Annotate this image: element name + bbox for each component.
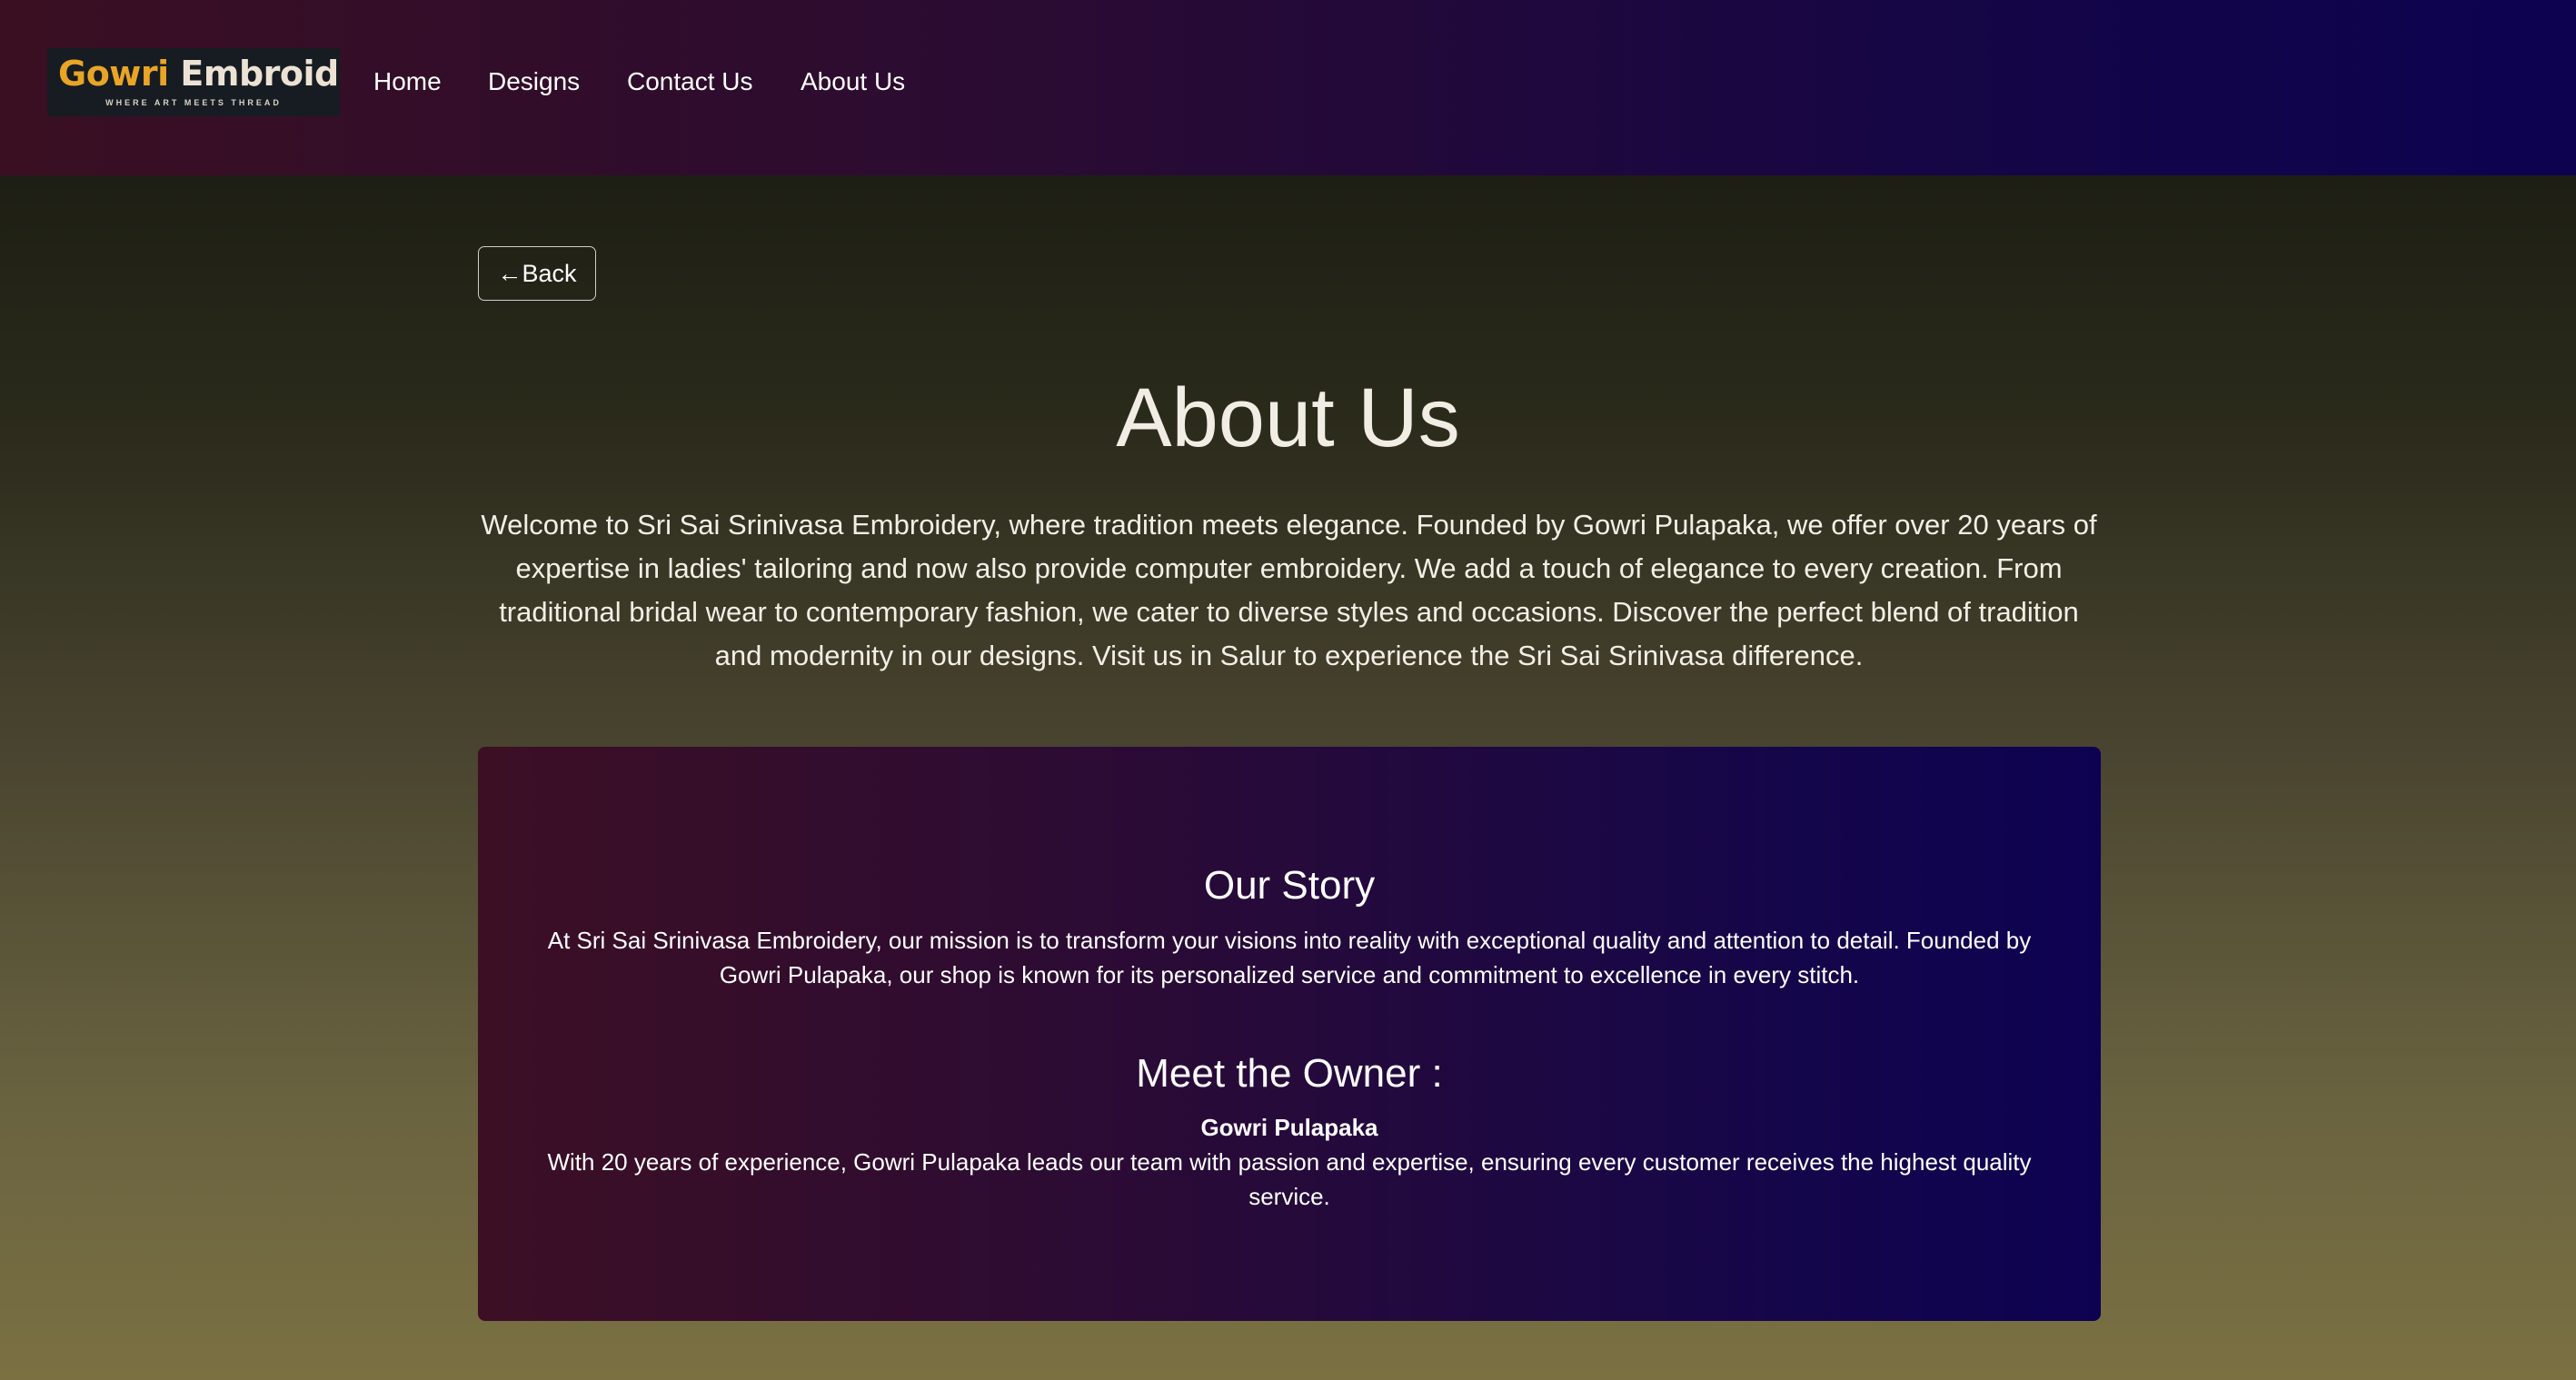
logo-tagline: WHERE ART MEETS THREAD: [105, 98, 282, 107]
owner-text: With 20 years of experience, Gowri Pulap…: [547, 1148, 2032, 1210]
nav-home[interactable]: Home: [373, 67, 442, 96]
back-button-label: Back: [522, 259, 577, 287]
back-button[interactable]: ← Back: [478, 246, 596, 301]
our-story-heading: Our Story: [1203, 863, 1376, 908]
nav-contact-us[interactable]: Contact Us: [627, 67, 753, 96]
about-card: Our Story At Sri Sai Srinivasa Embroider…: [478, 747, 2101, 1321]
logo-title-embroidery: Embroidery: [180, 54, 340, 94]
logo-title: Gowri Embroidery: [58, 54, 340, 94]
our-story-text: At Sri Sai Srinivasa Embroidery, our mis…: [547, 927, 2032, 988]
meet-owner-heading: Meet the Owner :: [1136, 1051, 1443, 1096]
nav-designs[interactable]: Designs: [488, 67, 580, 96]
page-title: About Us: [1116, 372, 1460, 464]
left-arrow-icon: ←: [497, 259, 522, 287]
owner-name: Gowri Pulapaka: [1200, 1114, 1378, 1141]
logo-title-gowri: Gowri: [58, 54, 169, 94]
top-navbar: Gowri Embroidery WHERE ART MEETS THREAD …: [0, 0, 2576, 175]
nav-about-us[interactable]: About Us: [801, 67, 905, 96]
intro-paragraph: Welcome to Sri Sai Srinivasa Embroidery,…: [481, 509, 2097, 671]
brand-logo[interactable]: Gowri Embroidery WHERE ART MEETS THREAD: [47, 48, 340, 116]
